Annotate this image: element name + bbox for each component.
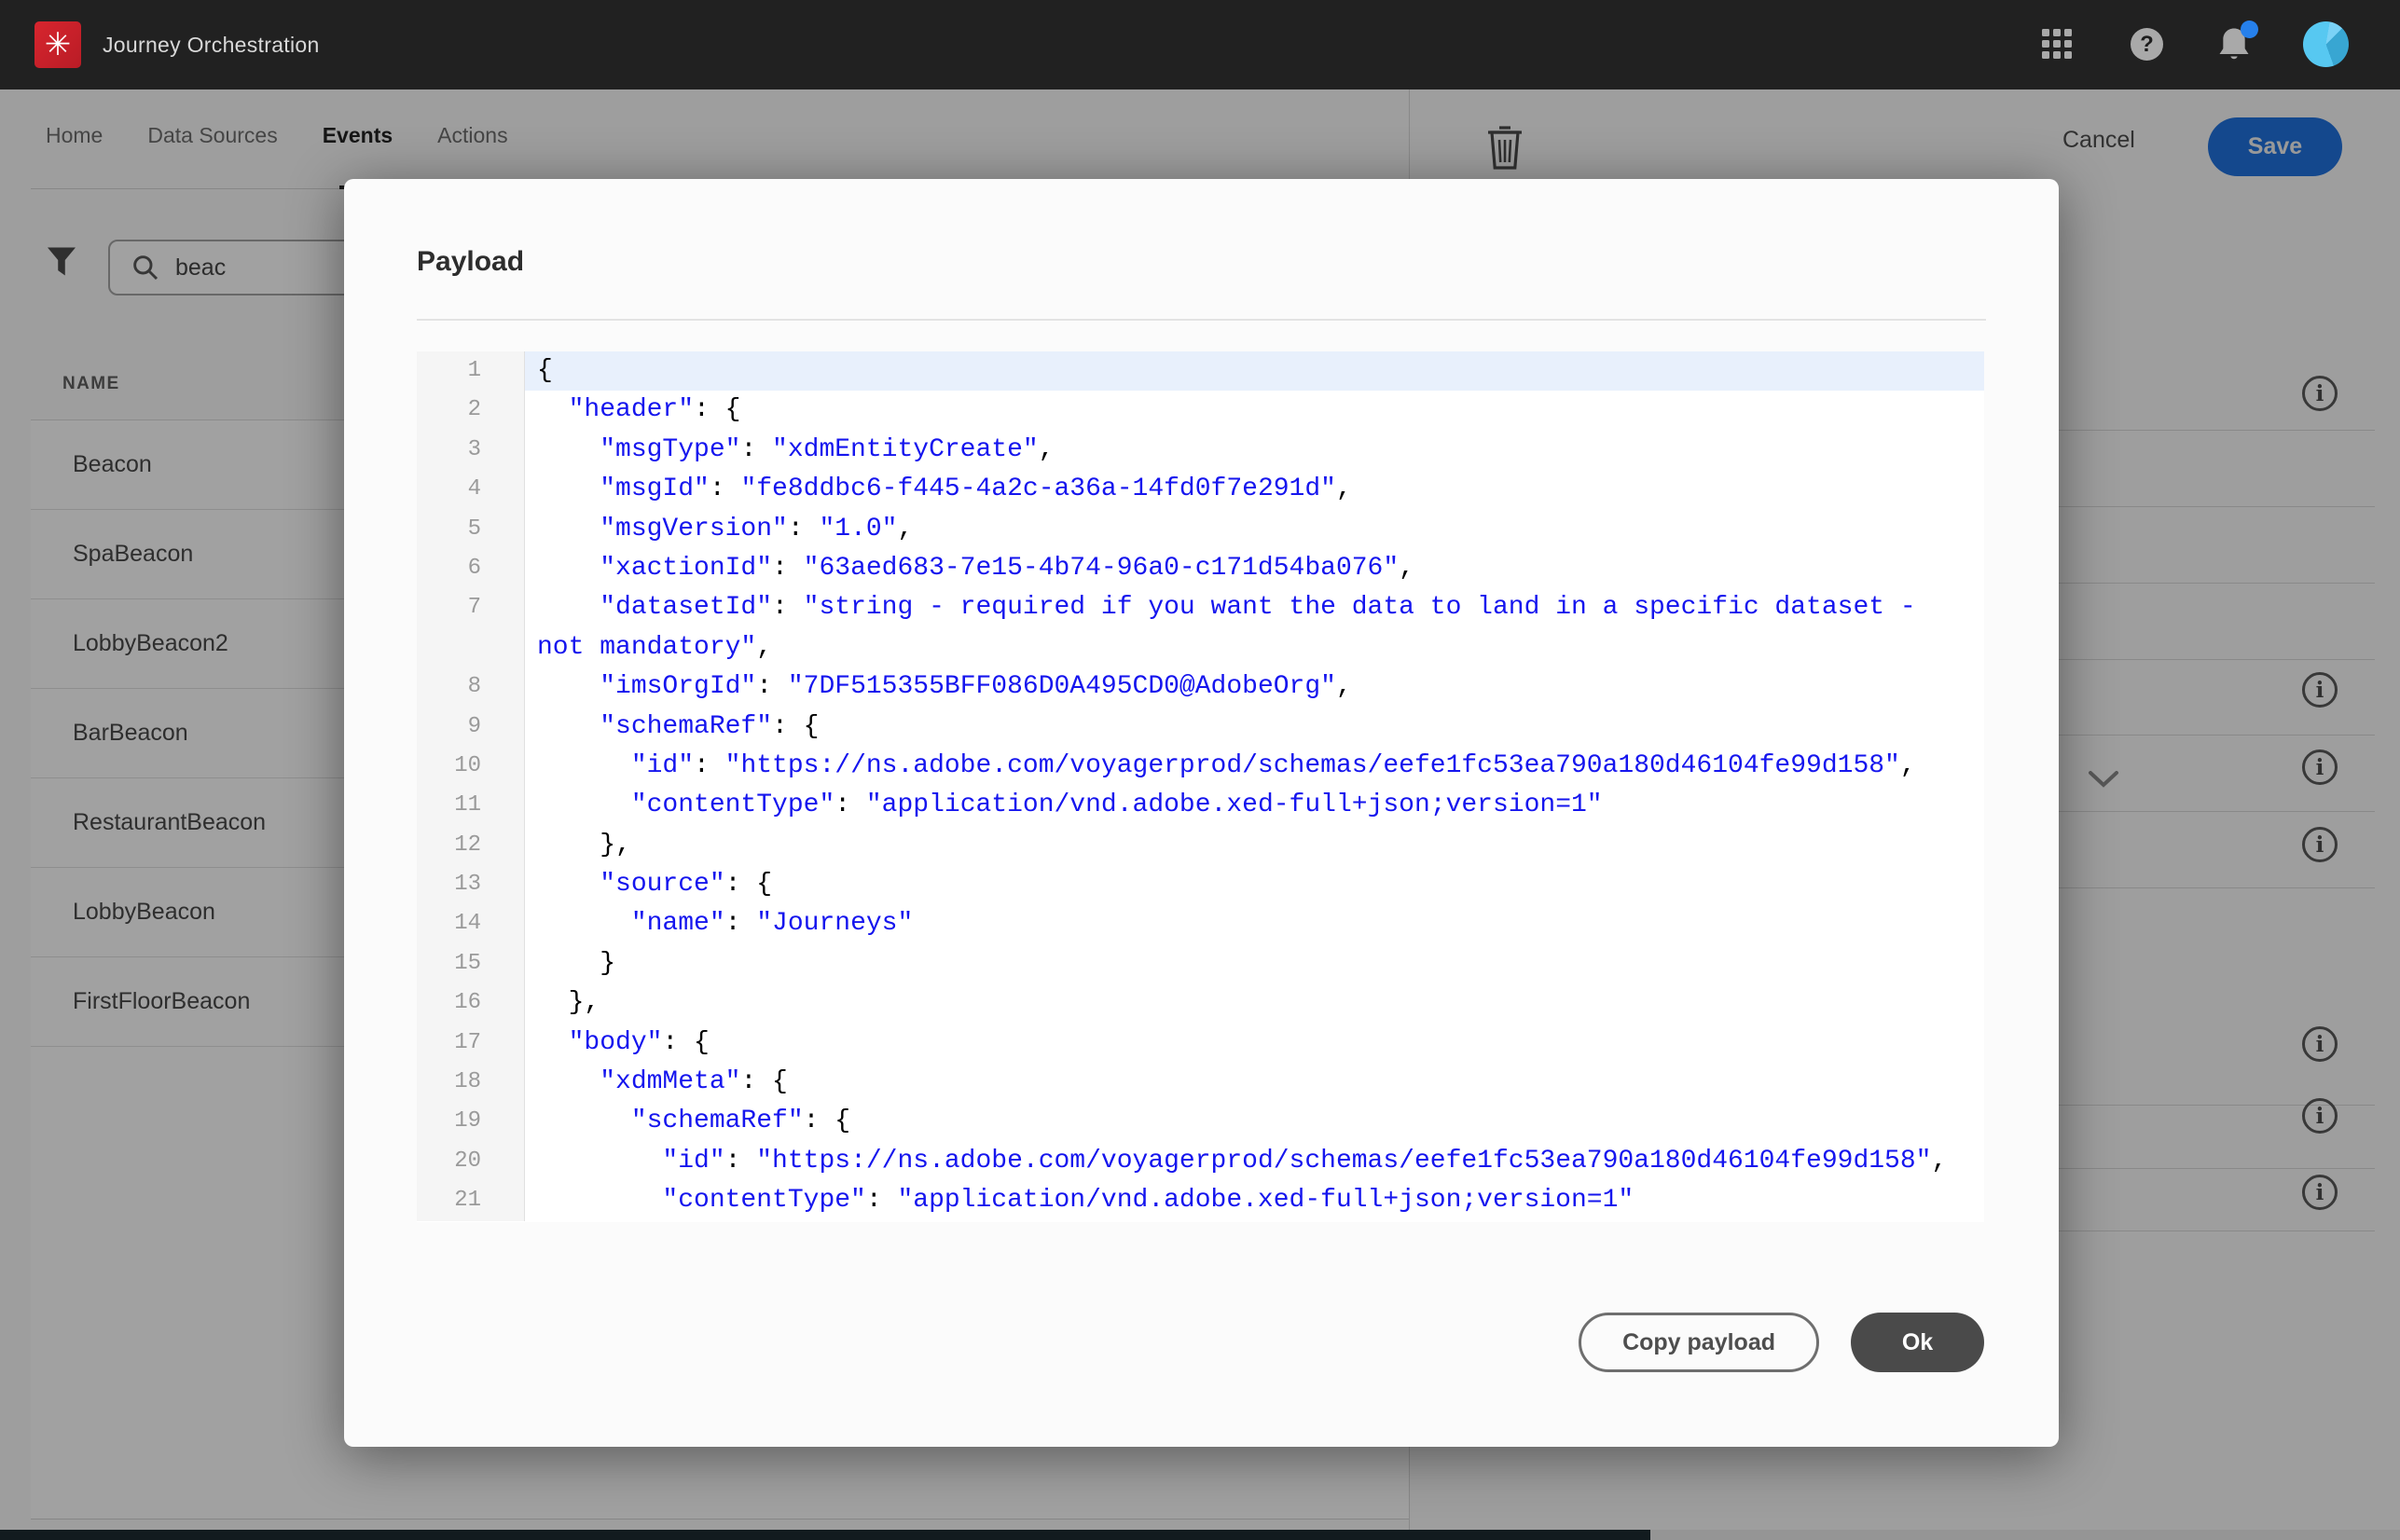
code-line-number: 18 — [417, 1063, 525, 1102]
journey-orchestration-app: HomeData SourcesEventsActions beac NAME … — [0, 0, 2400, 1540]
code-line[interactable]: "schemaRef": { — [525, 1102, 1984, 1141]
code-line[interactable]: "xdmMeta": { — [525, 1063, 1984, 1102]
help-icon[interactable]: ? — [2131, 28, 2163, 61]
code-line-number — [417, 628, 525, 667]
copy-payload-button[interactable]: Copy payload — [1579, 1313, 1819, 1372]
app-title: Journey Orchestration — [103, 0, 320, 89]
code-line[interactable]: "id": "https://ns.adobe.com/voyagerprod/… — [525, 1142, 1984, 1181]
modal-actions: Copy payload Ok — [1579, 1313, 1984, 1372]
code-line[interactable]: { — [525, 351, 1984, 391]
code-line[interactable]: "id": "https://ns.adobe.com/voyagerprod/… — [525, 747, 1984, 786]
code-line-number: 4 — [417, 470, 525, 509]
code-line-number: 5 — [417, 510, 525, 549]
code-line-number: 15 — [417, 944, 525, 983]
code-line[interactable]: "source": { — [525, 865, 1984, 904]
code-line[interactable]: }, — [525, 983, 1984, 1023]
code-line-number: 1 — [417, 351, 525, 391]
code-line[interactable]: "contentType": "application/vnd.adobe.xe… — [525, 1181, 1984, 1220]
code-line-number: 13 — [417, 865, 525, 904]
code-line[interactable]: "xactionId": "63aed683-7e15-4b74-96a0-c1… — [525, 549, 1984, 588]
payload-code-editor[interactable]: 1{2 "header": {3 "msgType": "xdmEntityCr… — [417, 351, 1984, 1222]
top-app-bar: ✳ Journey Orchestration ? — [0, 0, 2400, 89]
code-line-number: 19 — [417, 1102, 525, 1141]
code-line[interactable]: "body": { — [525, 1024, 1984, 1063]
code-line[interactable]: "schemaRef": { — [525, 708, 1984, 747]
payload-modal: Payload 1{2 "header": {3 "msgType": "xdm… — [344, 179, 2059, 1447]
code-line-number: 17 — [417, 1024, 525, 1063]
code-line[interactable]: } — [525, 944, 1984, 983]
modal-title: Payload — [417, 246, 524, 278]
notification-badge — [2241, 21, 2258, 38]
modal-title-divider — [417, 319, 1986, 321]
code-line-number: 16 — [417, 983, 525, 1023]
code-line-number: 2 — [417, 391, 525, 430]
adobe-journey-logo-icon[interactable]: ✳ — [34, 21, 81, 68]
code-line-number: 10 — [417, 747, 525, 786]
code-line[interactable]: "name": "Journeys" — [525, 904, 1984, 943]
code-line-number: 14 — [417, 904, 525, 943]
code-line[interactable]: "header": { — [525, 391, 1984, 430]
code-line[interactable]: "imsOrgId": "7DF515355BFF086D0A495CD0@Ad… — [525, 667, 1984, 707]
code-line-number: 21 — [417, 1181, 525, 1220]
code-line[interactable]: }, — [525, 826, 1984, 865]
user-avatar[interactable] — [2303, 21, 2349, 67]
code-line-number: 9 — [417, 708, 525, 747]
code-line-number: 12 — [417, 826, 525, 865]
code-line-number: 11 — [417, 786, 525, 825]
code-line-number: 6 — [417, 549, 525, 588]
code-line-number: 7 — [417, 588, 525, 627]
notifications-bell-icon[interactable] — [2215, 24, 2256, 65]
apps-grid-icon[interactable] — [2042, 29, 2073, 60]
code-line[interactable]: "msgVersion": "1.0", — [525, 510, 1984, 549]
code-line[interactable]: "contentType": "application/vnd.adobe.xe… — [525, 786, 1984, 825]
code-line[interactable]: "msgType": "xdmEntityCreate", — [525, 431, 1984, 470]
code-line[interactable]: "datasetId": "string - required if you w… — [525, 588, 1984, 627]
code-line-number: 8 — [417, 667, 525, 707]
code-line[interactable]: "msgId": "fe8ddbc6-f445-4a2c-a36a-14fd0f… — [525, 470, 1984, 509]
code-line[interactable]: not mandatory", — [525, 628, 1984, 667]
code-line-number: 3 — [417, 431, 525, 470]
code-line-number: 20 — [417, 1142, 525, 1181]
ok-button[interactable]: Ok — [1851, 1313, 1984, 1372]
